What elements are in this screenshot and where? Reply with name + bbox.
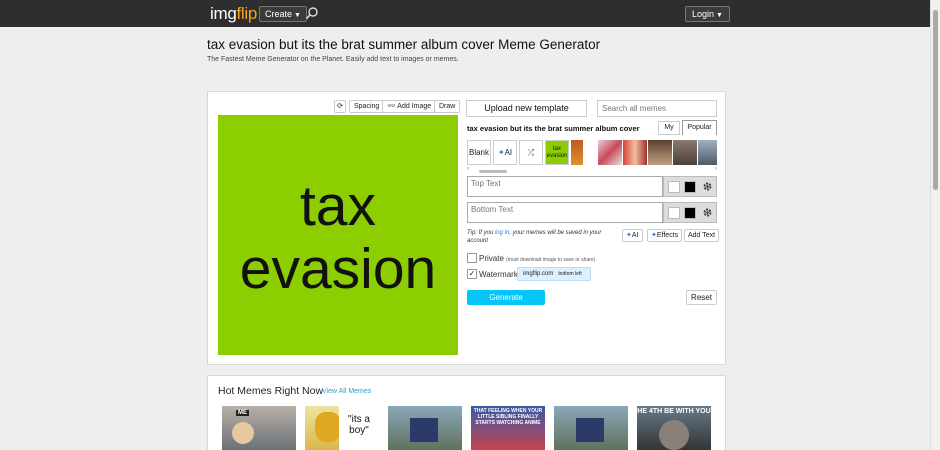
- text-color-swatch-black[interactable]: [684, 181, 696, 193]
- tab-my[interactable]: My: [658, 121, 680, 135]
- private-checkbox[interactable]: [467, 253, 477, 263]
- hot-meme-thumb[interactable]: ME: [222, 406, 296, 450]
- thumbnail-scroll-thumb[interactable]: [479, 170, 507, 173]
- random-template-thumb[interactable]: ⤮: [519, 140, 543, 165]
- watermark-label: Watermark: [479, 270, 518, 279]
- watermark-checkbox[interactable]: ✓: [467, 269, 477, 279]
- page-scrollbar[interactable]: [930, 0, 940, 450]
- figure-shape: [410, 418, 438, 442]
- hot-memes-panel: Hot Memes Right Now View All Memes ME "i…: [207, 375, 726, 450]
- gear-icon[interactable]: [702, 207, 713, 218]
- hot-meme-thumb[interactable]: "its a boy": [339, 406, 379, 450]
- meme-text-line1: tax: [299, 174, 377, 238]
- outline-color-swatch-white[interactable]: [668, 181, 680, 193]
- meme-text-line2: evasion: [239, 237, 437, 301]
- blank-template-thumb[interactable]: Blank: [467, 140, 491, 165]
- rotate-icon: ⟳: [337, 103, 343, 110]
- thumbnail-scrollbar[interactable]: ‹ ›: [467, 166, 717, 174]
- ai-caption-button[interactable]: ✦AI: [622, 229, 643, 242]
- rotate-button[interactable]: ⟳: [334, 100, 346, 113]
- bottom-text-options: [663, 202, 717, 223]
- effects-button[interactable]: ✦Effects: [647, 229, 683, 242]
- template-thumb[interactable]: [648, 140, 672, 165]
- upload-template-button[interactable]: Upload new template: [466, 100, 587, 117]
- hot-memes-title: Hot Memes Right Now: [218, 385, 324, 397]
- text-color-swatch-black[interactable]: [684, 207, 696, 219]
- template-thumb[interactable]: [623, 140, 647, 165]
- template-thumb[interactable]: [673, 140, 697, 165]
- tax-evasion-thumb[interactable]: tax evasion: [545, 140, 569, 165]
- caret-down-icon: ▼: [716, 12, 723, 19]
- private-label: Private (must download image to save or …: [479, 254, 596, 263]
- reset-button[interactable]: Reset: [686, 290, 717, 305]
- character-head: [659, 420, 689, 450]
- search-memes-input[interactable]: [597, 100, 717, 117]
- tab-popular[interactable]: Popular: [682, 120, 717, 135]
- hot-meme-thumb[interactable]: THAT FEELING WHEN YOUR LITTLE SIBLING FI…: [471, 406, 545, 450]
- meme-generator-panel: ⟳ Spacing 👓 Add Image Draw tax evasion U…: [207, 91, 726, 365]
- watermark-settings[interactable]: imgflip.com bottom left: [517, 267, 591, 281]
- generate-button[interactable]: Generate: [467, 290, 545, 305]
- add-image-button[interactable]: 👓 Add Image: [382, 100, 437, 113]
- figure-shape: [576, 418, 604, 442]
- template-thumb[interactable]: [698, 140, 717, 165]
- sparkle-icon: ✦: [497, 148, 505, 157]
- character-head: [315, 412, 341, 442]
- character-head: [232, 422, 254, 444]
- login-button[interactable]: Login ▼: [685, 6, 730, 22]
- page-title: tax evasion but its the brat summer albu…: [207, 37, 601, 52]
- imgflip-logo[interactable]: imgflip: [210, 4, 257, 24]
- chevron-left-icon[interactable]: ‹: [467, 166, 469, 172]
- template-thumb[interactable]: [571, 140, 583, 165]
- hot-meme-thumb[interactable]: HE 4TH BE WITH YOU: [637, 406, 711, 450]
- scrollbar-thumb[interactable]: [933, 10, 938, 190]
- hot-meme-thumb[interactable]: [388, 406, 462, 450]
- gear-icon[interactable]: [702, 181, 713, 192]
- template-thumbnail-strip: Blank ✦AI ⤮ tax evasion: [467, 140, 717, 167]
- template-thumb[interactable]: [598, 140, 622, 165]
- login-tip: Tip: If you log in, your memes will be s…: [467, 230, 602, 244]
- top-nav: imgflip Create ▼ Login ▼: [0, 0, 930, 27]
- shuffle-icon: ⤮: [527, 148, 535, 157]
- create-menu-button[interactable]: Create ▼: [259, 6, 307, 22]
- top-text-options: [663, 176, 717, 197]
- top-text-input[interactable]: [467, 176, 663, 197]
- outline-color-swatch-white[interactable]: [668, 207, 680, 219]
- checkmark-icon: ✓: [468, 269, 476, 278]
- bottom-text-input[interactable]: [467, 202, 663, 223]
- chevron-right-icon[interactable]: ›: [715, 166, 717, 172]
- ai-template-thumb[interactable]: ✦AI: [493, 140, 517, 165]
- add-text-button[interactable]: Add Text: [684, 229, 720, 242]
- glasses-icon: 👓: [387, 103, 396, 110]
- page-subtitle: The Fastest Meme Generator on the Planet…: [207, 56, 459, 63]
- draw-button[interactable]: Draw: [434, 100, 461, 113]
- login-link[interactable]: log in: [495, 230, 509, 236]
- template-name: tax evasion but its the brat summer albu…: [467, 124, 640, 133]
- hot-meme-thumb[interactable]: [554, 406, 628, 450]
- spacing-button[interactable]: Spacing: [349, 100, 385, 113]
- view-all-memes-link[interactable]: View All Memes: [322, 388, 371, 395]
- search-icon[interactable]: [305, 6, 319, 20]
- caret-down-icon: ▼: [294, 12, 301, 19]
- meme-canvas[interactable]: tax evasion: [218, 115, 458, 355]
